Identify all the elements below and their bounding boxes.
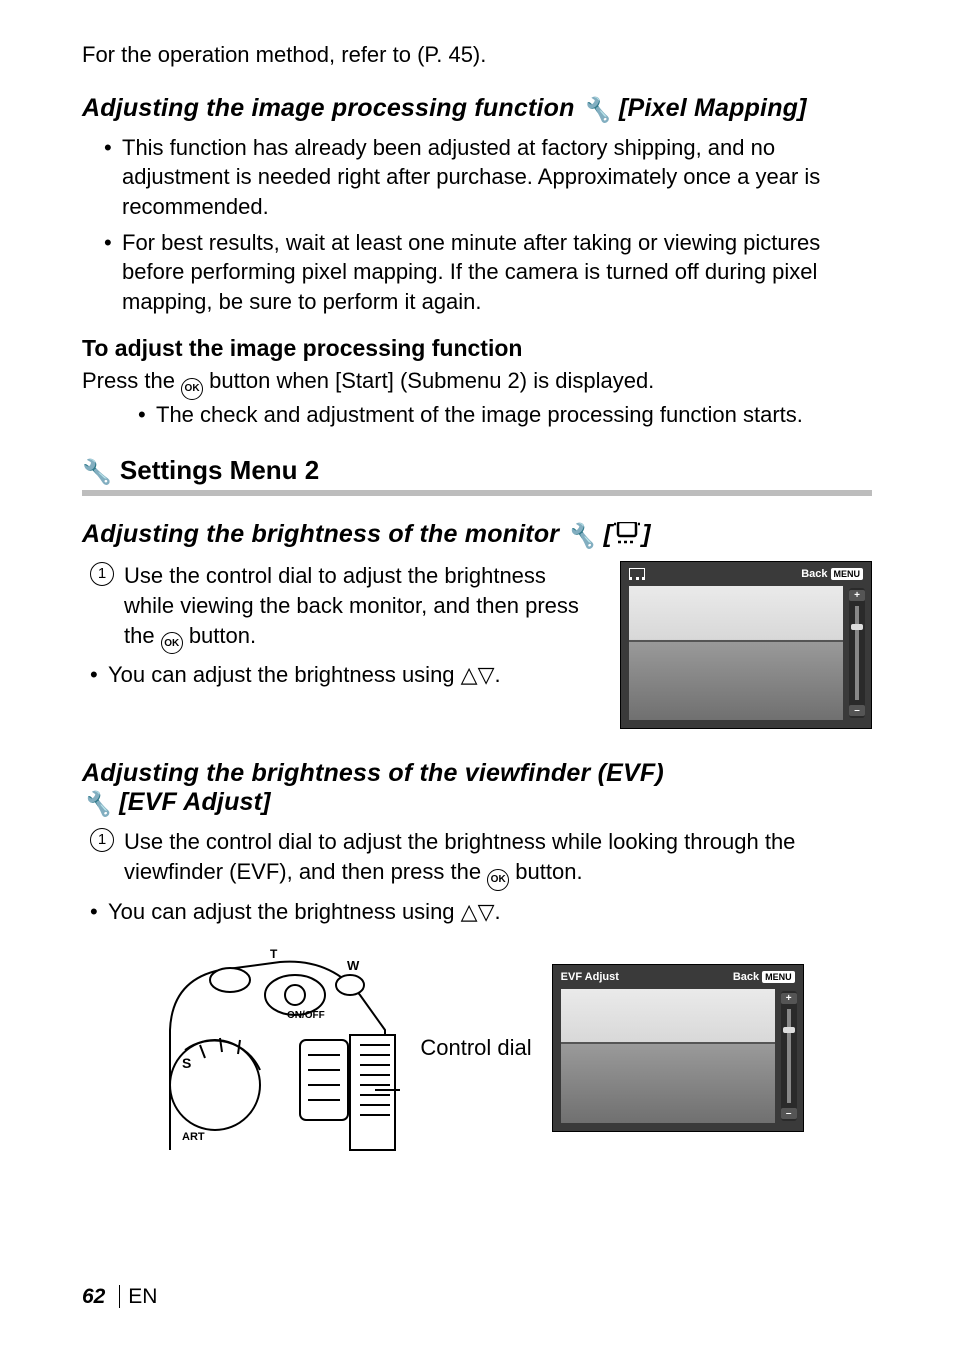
preview-photo xyxy=(561,989,775,1123)
text: You can adjust the brightness using xyxy=(108,899,461,924)
zoom-t-label: T xyxy=(270,947,278,961)
wrench-icon: 🔧 xyxy=(82,458,112,487)
check-bullet-list: The check and adjustment of the image pr… xyxy=(82,400,872,430)
preview-photo xyxy=(629,586,843,720)
text: You can adjust the brightness using xyxy=(108,662,461,687)
text: ] xyxy=(642,520,651,548)
text: Use the control dial to adjust the brigh… xyxy=(124,829,795,884)
plus-icon: + xyxy=(849,590,865,601)
monitor-brightness-screenshot: Back MENU + – xyxy=(620,561,872,729)
brightness-slider: + – xyxy=(849,588,865,718)
menu-bar-label: Settings Menu 2 xyxy=(120,455,319,486)
language-code: EN xyxy=(128,1285,157,1308)
page-footer: 62 EN xyxy=(82,1285,157,1309)
wrench-icon: 🔧 xyxy=(582,96,612,125)
text: [ xyxy=(596,520,612,548)
step-number-icon: 1 xyxy=(90,828,114,852)
step-number-icon: 1 xyxy=(90,562,114,586)
pixel-mapping-bullets: This function has already been adjusted … xyxy=(82,133,872,317)
text: button when [Start] (Submenu 2) is displ… xyxy=(203,368,654,393)
text: . xyxy=(495,662,501,687)
text: button. xyxy=(509,859,582,884)
ok-icon: OK xyxy=(487,869,509,891)
text: Adjusting the brightness of the viewfind… xyxy=(82,759,664,787)
minus-icon: – xyxy=(849,705,865,716)
dial-art-label: ART xyxy=(182,1131,205,1143)
monitor-icon xyxy=(629,568,645,580)
text: [EVF Adjust] xyxy=(112,788,271,816)
back-label: Back xyxy=(801,568,827,580)
menu-badge: MENU xyxy=(762,971,795,983)
evf-brightness-heading: Adjusting the brightness of the viewfind… xyxy=(82,759,872,817)
pixel-mapping-heading: Adjusting the image processing function … xyxy=(82,94,872,123)
evf-brightness-screenshot: EVF Adjust Back MENU + – xyxy=(552,964,804,1132)
bullet-item: The check and adjustment of the image pr… xyxy=(138,400,872,430)
evf-steps: 1 Use the control dial to adjust the bri… xyxy=(82,827,872,890)
dial-s-label: S xyxy=(182,1055,191,1071)
down-triangle-icon xyxy=(478,899,495,924)
wrench-icon: 🔧 xyxy=(566,522,596,551)
up-triangle-icon xyxy=(461,899,478,924)
monitor-brightness-heading: Adjusting the brightness of the monitor … xyxy=(82,520,872,551)
ok-icon: OK xyxy=(181,378,203,400)
intro-text: For the operation method, refer to (P. 4… xyxy=(82,40,872,70)
monitor-steps: 1 Use the control dial to adjust the bri… xyxy=(82,561,596,654)
up-triangle-icon xyxy=(461,662,478,687)
down-triangle-icon xyxy=(478,662,495,687)
evf-title-label: EVF Adjust xyxy=(561,971,619,983)
text: Adjusting the brightness of the monitor xyxy=(82,520,566,548)
brightness-slider: + – xyxy=(781,991,797,1121)
onoff-label: ON/OFF xyxy=(287,1010,325,1021)
settings-menu-bar: 🔧 Settings Menu 2 xyxy=(82,455,872,496)
note-item: You can adjust the brightness using . xyxy=(90,897,872,927)
bullet-item: This function has already been adjusted … xyxy=(104,133,872,222)
page-number: 62 xyxy=(82,1285,105,1308)
wrench-icon: 🔧 xyxy=(82,790,112,819)
heading-text-post: [Pixel Mapping] xyxy=(612,94,807,122)
control-dial-label: Control dial xyxy=(420,1035,531,1061)
adjust-subheading: To adjust the image processing function xyxy=(82,335,872,362)
bullet-item: For best results, wait at least one minu… xyxy=(104,228,872,317)
camera-diagram: W T ON/OFF S ART xyxy=(150,940,400,1155)
back-label: Back xyxy=(733,971,759,983)
heading-text-pre: Adjusting the image processing function xyxy=(82,94,582,122)
zoom-w-label: W xyxy=(347,958,360,973)
step-item: 1 Use the control dial to adjust the bri… xyxy=(90,561,596,654)
step-item: 1 Use the control dial to adjust the bri… xyxy=(90,827,872,890)
text: . xyxy=(495,899,501,924)
text: Press the xyxy=(82,368,181,393)
note-item: You can adjust the brightness using . xyxy=(90,660,596,690)
plus-icon: + xyxy=(781,993,797,1004)
menu-badge: MENU xyxy=(831,568,864,580)
ok-icon: OK xyxy=(161,632,183,654)
minus-icon: – xyxy=(781,1108,797,1119)
press-instruction: Press the OK button when [Start] (Submen… xyxy=(82,366,872,400)
text: button. xyxy=(183,623,256,648)
monitor-icon xyxy=(612,522,642,551)
